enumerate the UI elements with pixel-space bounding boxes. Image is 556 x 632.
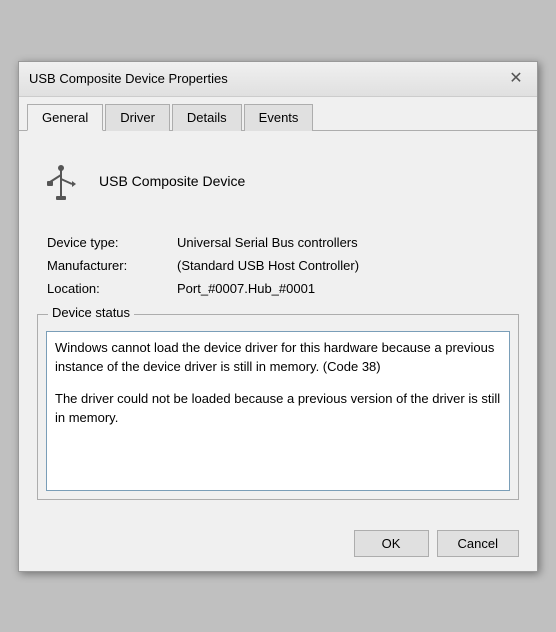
status-line-2: The driver could not be loaded because a… xyxy=(55,389,501,428)
device-icon xyxy=(37,157,85,205)
info-row-manufacturer: Manufacturer: (Standard USB Host Control… xyxy=(47,258,519,273)
content-area: USB Composite Device Device type: Univer… xyxy=(19,131,537,516)
tab-bar: General Driver Details Events xyxy=(19,97,537,131)
cancel-button[interactable]: Cancel xyxy=(437,530,519,557)
ok-button[interactable]: OK xyxy=(354,530,429,557)
tab-driver[interactable]: Driver xyxy=(105,104,170,131)
button-bar: OK Cancel xyxy=(19,516,537,571)
info-row-location: Location: Port_#0007.Hub_#0001 xyxy=(47,281,519,296)
status-legend-label: Device status xyxy=(48,305,134,320)
status-line-1: Windows cannot load the device driver fo… xyxy=(55,338,501,377)
tab-details[interactable]: Details xyxy=(172,104,242,131)
dialog-window: USB Composite Device Properties ✕ Genera… xyxy=(18,61,538,572)
title-bar: USB Composite Device Properties ✕ xyxy=(19,62,537,97)
device-header: USB Composite Device xyxy=(37,147,519,215)
location-label: Location: xyxy=(47,281,177,296)
location-value: Port_#0007.Hub_#0001 xyxy=(177,281,315,296)
device-type-value: Universal Serial Bus controllers xyxy=(177,235,358,250)
close-button[interactable]: ✕ xyxy=(505,68,527,90)
window-title: USB Composite Device Properties xyxy=(29,71,228,86)
device-status-section: Device status Windows cannot load the de… xyxy=(37,314,519,500)
manufacturer-label: Manufacturer: xyxy=(47,258,177,273)
device-info-table: Device type: Universal Serial Bus contro… xyxy=(47,235,519,296)
tab-general[interactable]: General xyxy=(27,104,103,131)
device-name: USB Composite Device xyxy=(99,173,245,189)
device-status-textbox[interactable]: Windows cannot load the device driver fo… xyxy=(46,331,510,491)
info-row-device-type: Device type: Universal Serial Bus contro… xyxy=(47,235,519,250)
manufacturer-value: (Standard USB Host Controller) xyxy=(177,258,359,273)
tab-events[interactable]: Events xyxy=(244,104,314,131)
device-type-label: Device type: xyxy=(47,235,177,250)
